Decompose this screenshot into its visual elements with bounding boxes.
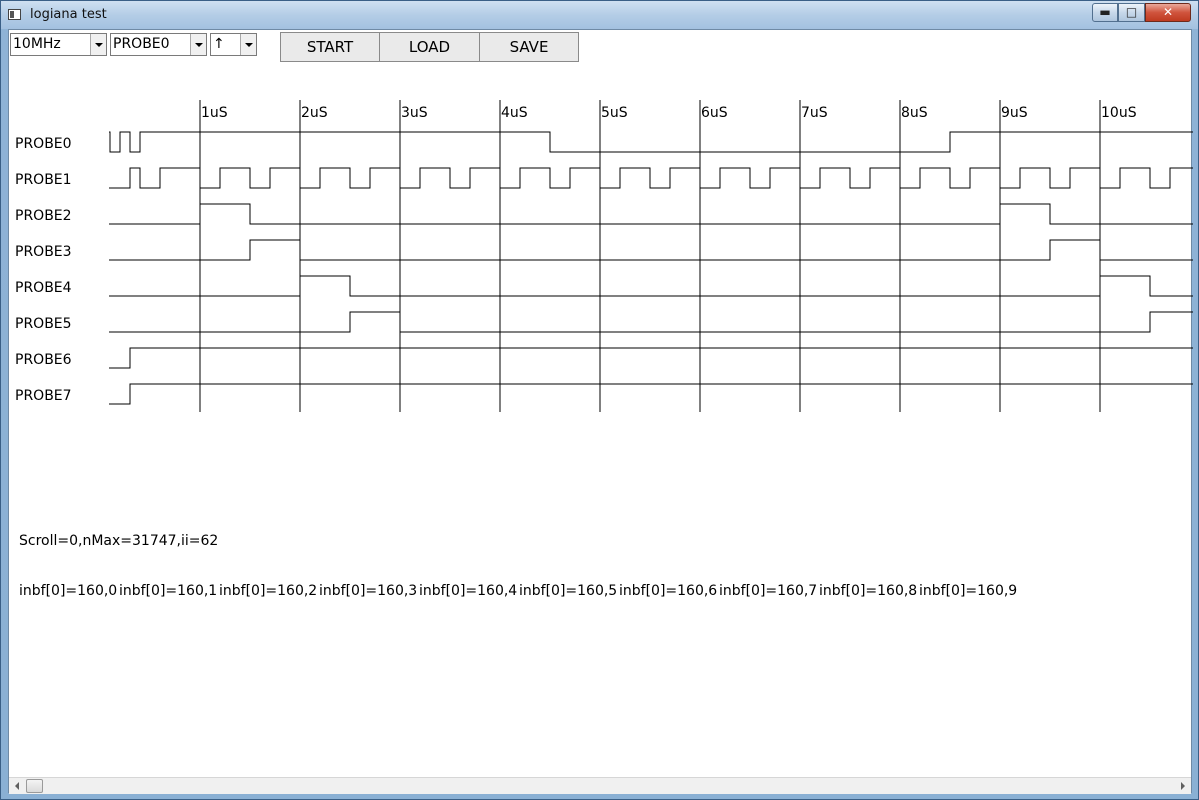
waveform-trace xyxy=(109,239,1193,261)
time-tick-label: 4uS xyxy=(501,105,528,121)
waveform-view: 1uS 2uS 3uS 4uS 5uS 6uS 7uS 8uS 9uS 10uS PROBE0 PRO… xyxy=(15,100,1193,412)
inbf-value: inbf[0]=160,8 xyxy=(819,583,918,599)
inbf-value: inbf[0]=160,3 xyxy=(319,583,418,599)
time-tick-label: 1uS xyxy=(201,105,228,121)
waveform-trace xyxy=(109,347,1193,369)
inbf-value: inbf[0]=160,6 xyxy=(619,583,718,599)
window-title: logiana test xyxy=(30,7,107,22)
probe-label: PROBE5 xyxy=(15,316,72,332)
probe-label: PROBE3 xyxy=(15,244,72,260)
scroll-left-icon[interactable] xyxy=(9,778,26,794)
minimize-button[interactable]: ▬ xyxy=(1092,3,1118,22)
minimize-icon: ▬ xyxy=(1099,5,1111,19)
inbf-value: inbf[0]=160,9 xyxy=(919,583,1018,599)
inbf-value: inbf[0]=160,0 xyxy=(19,583,118,599)
app-icon[interactable] xyxy=(8,9,21,20)
waveform-trace xyxy=(109,167,1193,189)
maximize-button[interactable]: □ xyxy=(1118,3,1145,22)
scroll-thumb[interactable] xyxy=(26,779,43,793)
status-text: Scroll=0,nMax=31747,ii=62 xyxy=(19,533,219,549)
inbf-value: inbf[0]=160,1 xyxy=(119,583,218,599)
title-bar[interactable]: logiana test ▬ □ ✕ xyxy=(1,1,1198,29)
probe-label: PROBE2 xyxy=(15,208,72,224)
time-tick-label: 7uS xyxy=(801,105,828,121)
time-tick-label: 6uS xyxy=(701,105,728,121)
time-tick-label: 9uS xyxy=(1001,105,1028,121)
waveform-trace xyxy=(109,275,1193,297)
waveform-trace xyxy=(109,383,1193,405)
probe-label: PROBE0 xyxy=(15,136,72,152)
waveform-trace xyxy=(109,203,1193,225)
probe-label: PROBE4 xyxy=(15,280,72,296)
horizontal-scrollbar[interactable] xyxy=(9,777,1191,794)
waveform-trace xyxy=(109,311,1193,333)
scroll-right-icon[interactable] xyxy=(1174,778,1191,794)
probe-label: PROBE1 xyxy=(15,172,72,188)
probe-label: PROBE7 xyxy=(15,388,72,404)
maximize-icon: □ xyxy=(1125,5,1138,19)
time-tick-label: 8uS xyxy=(901,105,928,121)
time-tick-label: 10uS xyxy=(1101,105,1137,121)
time-tick-label: 2uS xyxy=(301,105,328,121)
app-window: logiana test ▬ □ ✕ 10MHz PROBE0 ↑ START … xyxy=(0,0,1199,800)
probe-label: PROBE6 xyxy=(15,352,72,368)
time-tick-label: 5uS xyxy=(601,105,628,121)
close-button[interactable]: ✕ xyxy=(1145,3,1191,22)
waveform-trace xyxy=(109,131,1193,153)
close-icon: ✕ xyxy=(1162,5,1174,19)
inbf-value: inbf[0]=160,7 xyxy=(719,583,818,599)
inbf-value: inbf[0]=160,4 xyxy=(419,583,518,599)
inbf-value: inbf[0]=160,5 xyxy=(519,583,618,599)
time-tick-label: 3uS xyxy=(401,105,428,121)
inbf-value: inbf[0]=160,2 xyxy=(219,583,318,599)
client-area: 10MHz PROBE0 ↑ START LOAD SAVE 1uS 2uS 3uS… xyxy=(8,29,1193,794)
